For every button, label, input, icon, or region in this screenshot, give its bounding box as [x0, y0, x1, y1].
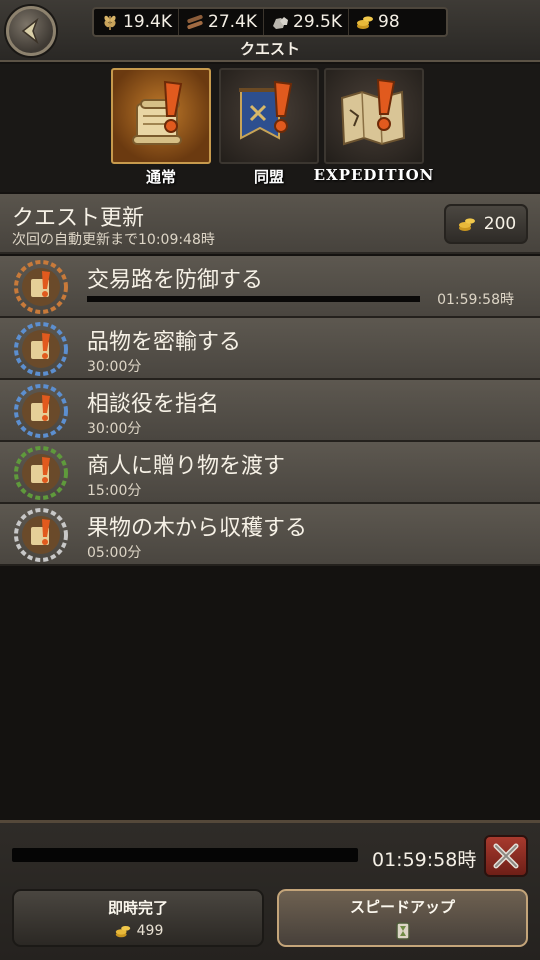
lumber-amount: 27.4K — [208, 12, 257, 32]
quest-list: 交易路を防御する 01:59:58時 品物を密輸する 30:00分 相談役を指名… — [0, 256, 540, 566]
instant-complete-cost: 499 — [113, 922, 164, 940]
instant-cost-value: 499 — [136, 922, 164, 939]
silver-laurel-quest-icon — [14, 508, 68, 562]
lumber-icon — [187, 14, 203, 30]
bronze-laurel-quest-icon — [14, 260, 68, 314]
instant-complete-button[interactable]: 即時完了 499 — [12, 889, 264, 947]
quest-title: 果物の木から収穫する — [87, 516, 308, 541]
instant-complete-label: 即時完了 — [107, 898, 168, 917]
refresh-title: クエスト更新 — [12, 206, 145, 231]
quest-title: 商人に贈り物を渡す — [87, 454, 286, 479]
top-bar: 19.4K 27.4K 29.5K 98 クエスト — [0, 0, 540, 62]
map-quest-icon — [340, 78, 406, 146]
tab-expedition[interactable]: EXPEDITION — [314, 68, 433, 190]
gold-coins-icon — [357, 16, 373, 29]
quest-refresh-row: クエスト更新 次回の自動更新まで10:09:48時 200 — [0, 194, 540, 254]
banner-quest-icon — [239, 80, 293, 140]
quest-row[interactable]: 品物を密輸する 30:00分 — [0, 318, 540, 380]
refresh-gold-button[interactable]: 200 — [444, 204, 528, 244]
resource-gold[interactable]: 98 — [349, 9, 406, 35]
resource-stone[interactable]: 29.5K — [264, 9, 349, 35]
resource-lumber[interactable]: 27.4K — [179, 9, 264, 35]
speed-up-label: スピードアップ — [349, 897, 455, 916]
quest-tabs: 通常 同盟 EXPEDITION — [0, 64, 540, 192]
quest-timer: 01:59:58時 — [437, 292, 514, 308]
gold-amount: 98 — [378, 12, 400, 32]
scroll-quest-icon — [132, 80, 183, 145]
refresh-cost: 200 — [483, 214, 517, 234]
quest-row[interactable]: 果物の木から収穫する 05:00分 — [0, 504, 540, 566]
refresh-countdown: 次回の自動更新まで10:09:48時 — [12, 232, 215, 248]
tab-expedition-label: EXPEDITION — [313, 166, 435, 184]
quest-progress-fill — [87, 296, 420, 302]
food-amount: 19.4K — [123, 12, 172, 32]
tab-alliance-label: 同盟 — [253, 168, 284, 186]
speed-up-icon-row — [394, 921, 412, 941]
tab-expedition-frame — [324, 68, 424, 164]
green-laurel-quest-icon — [14, 446, 68, 500]
tab-normal[interactable]: 通常 — [109, 68, 213, 190]
speed-up-button[interactable]: スピードアップ — [277, 889, 528, 947]
quest-duration: 05:00分 — [87, 545, 142, 561]
quest-title: 交易路を防御する — [87, 268, 264, 293]
quest-duration: 30:00分 — [87, 421, 142, 437]
tab-alliance-frame — [219, 68, 319, 164]
page-title: クエスト — [239, 40, 300, 58]
quest-row[interactable]: 交易路を防御する 01:59:58時 — [0, 256, 540, 318]
blue-laurel-quest-icon — [14, 322, 68, 376]
wheat-icon — [104, 15, 116, 30]
quest-progress-bar — [87, 296, 420, 302]
quest-duration: 30:00分 — [87, 359, 142, 375]
active-quest-progress-bar — [12, 848, 358, 862]
active-quest-timer: 01:59:58時 — [372, 849, 477, 871]
resource-food[interactable]: 19.4K — [94, 9, 179, 35]
tab-normal-frame — [111, 68, 211, 164]
close-icon — [493, 843, 519, 869]
quest-duration: 15:00分 — [87, 483, 142, 499]
cancel-quest-button[interactable] — [484, 835, 528, 877]
resource-bar: 19.4K 27.4K 29.5K 98 — [92, 7, 448, 37]
stone-amount: 29.5K — [293, 12, 342, 32]
quest-title: 相談役を指名 — [87, 392, 220, 417]
stone-icon — [273, 17, 288, 29]
tab-normal-label: 通常 — [145, 168, 176, 186]
gold-coins-icon — [458, 218, 475, 231]
tab-alliance[interactable]: 同盟 — [217, 68, 321, 190]
blue-laurel-quest-icon — [14, 384, 68, 438]
quest-row[interactable]: 相談役を指名 30:00分 — [0, 380, 540, 442]
quest-title: 品物を密輸する — [87, 330, 242, 355]
active-quest-footer: 01:59:58時 即時完了 499 スピードアップ — [0, 820, 540, 960]
gold-coins-icon — [115, 925, 130, 937]
hourglass-scroll-icon — [395, 921, 410, 940]
quest-row[interactable]: 商人に贈り物を渡す 15:00分 — [0, 442, 540, 504]
